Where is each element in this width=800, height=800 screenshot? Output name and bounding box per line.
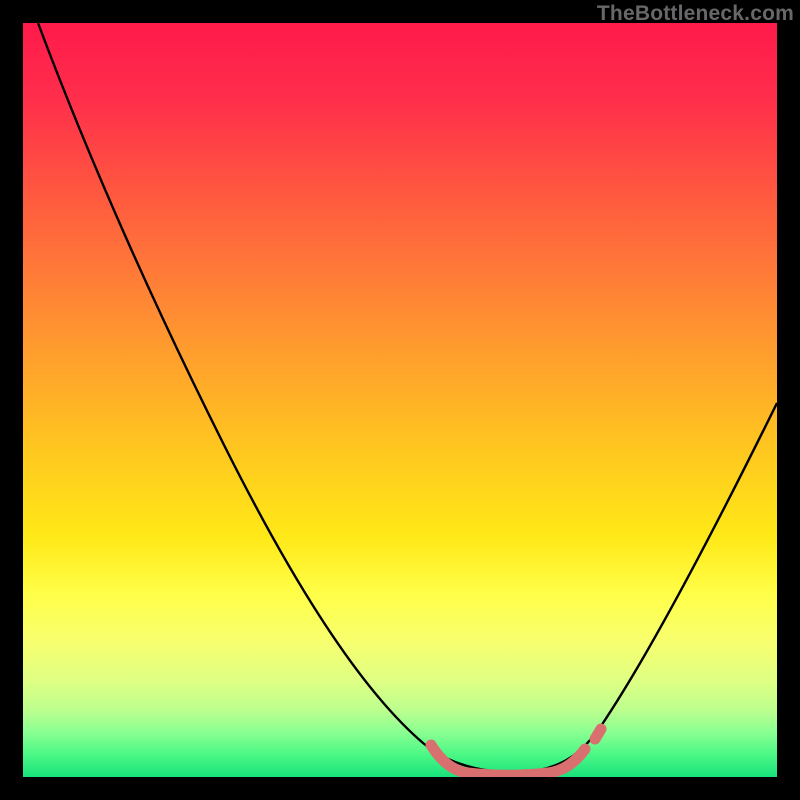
chart-frame: TheBottleneck.com xyxy=(0,0,800,800)
optimal-range-marker xyxy=(431,729,601,775)
watermark-text: TheBottleneck.com xyxy=(597,2,794,26)
bottleneck-curve xyxy=(38,23,777,772)
chart-overlay-svg xyxy=(23,23,777,777)
